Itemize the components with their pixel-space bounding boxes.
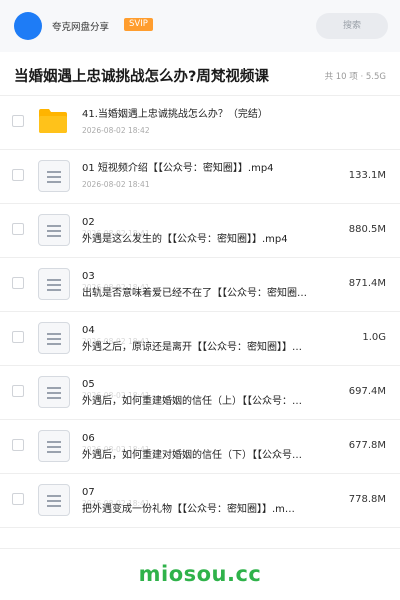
video-file-icon	[38, 322, 70, 354]
file-list: 41.当婚姻遇上忠诚挑战怎么办？（完结） 2026-08-02 18:42 01 短…	[0, 96, 400, 546]
file-row[interactable]: 07 2026-08-02 18:41 把外遇变成一份礼物【【公众号：密知圈】】.m…	[0, 474, 400, 528]
row-checkbox[interactable]	[12, 493, 24, 505]
row-checkbox[interactable]	[12, 169, 24, 181]
page-title: 当婚姻遇上忠诚挑战怎么办?周梵视频课	[14, 69, 269, 85]
file-size: 880.5M	[348, 224, 386, 235]
divider	[0, 548, 400, 549]
file-name-continued[interactable]: 外遇之后，原谅还是离开【【公众号：密知圈】】…	[82, 341, 340, 354]
file-name[interactable]: 01 短视频介绍【【公众号：密知圈】】.mp4	[82, 162, 340, 175]
file-row[interactable]: 06 2026-08-02 18:41 外遇后，如何重建对婚姻的信任（下）【【公众号…	[0, 420, 400, 474]
row-checkbox[interactable]	[12, 277, 24, 289]
video-file-icon	[38, 160, 70, 192]
video-file-icon	[38, 484, 70, 516]
site-watermark: miosou.cc	[138, 562, 262, 586]
folder-icon	[39, 109, 67, 133]
file-row[interactable]: 05 2026-08-02 18:41 外遇后，如何重建婚姻的信任（上）【【公众号：…	[0, 366, 400, 420]
file-name-continued[interactable]: 把外遇变成一份礼物【【公众号：密知圈】】.m…	[82, 503, 340, 516]
file-size: 1.0G	[362, 332, 386, 343]
video-file-icon	[38, 214, 70, 246]
file-row[interactable]: 02 2026-08-02 18:41 外遇是这么发生的【【公众号：密知圈】】.mp…	[0, 204, 400, 258]
file-size: 871.4M	[348, 278, 386, 289]
row-checkbox[interactable]	[12, 439, 24, 451]
file-row[interactable]: 01 短视频介绍【【公众号：密知圈】】.mp4 2026-08-02 18:41 1…	[0, 150, 400, 204]
share-header: 夸克网盘分享 SVIP 搜索	[0, 0, 400, 52]
video-file-icon	[38, 268, 70, 300]
file-size: 778.8M	[348, 494, 386, 505]
file-name[interactable]: 06	[82, 432, 340, 445]
svip-badge: SVIP	[124, 18, 153, 31]
file-name[interactable]: 03	[82, 270, 340, 283]
file-size: 133.1M	[348, 170, 386, 181]
file-date: 2026-08-02 18:42	[82, 126, 150, 135]
video-file-icon	[38, 430, 70, 462]
file-name-continued[interactable]: 出轨是否意味着爱已经不在了【【公众号：密知圈…	[82, 287, 340, 300]
share-summary: 共 10 项 · 5.5G	[324, 72, 386, 82]
file-name-continued[interactable]: 外遇后，如何重建婚姻的信任（上）【【公众号：…	[82, 395, 340, 408]
folder-row[interactable]: 41.当婚姻遇上忠诚挑战怎么办？（完结） 2026-08-02 18:42	[0, 96, 400, 150]
file-name[interactable]: 05	[82, 378, 340, 391]
file-name-continued[interactable]: 外遇是这么发生的【【公众号：密知圈】】.mp4	[82, 233, 340, 246]
row-checkbox[interactable]	[12, 115, 24, 127]
file-name[interactable]: 41.当婚姻遇上忠诚挑战怎么办？（完结）	[82, 108, 340, 121]
file-name-continued[interactable]: 外遇后，如何重建对婚姻的信任（下）【【公众号…	[82, 449, 340, 462]
file-date: 2026-08-02 18:41	[82, 180, 150, 189]
file-name[interactable]: 02	[82, 216, 340, 229]
video-file-icon	[38, 376, 70, 408]
search-input[interactable]: 搜索	[316, 13, 388, 39]
file-row[interactable]: 03 2026-08-02 18:41 出轨是否意味着爱已经不在了【【公众号：密知圈…	[0, 258, 400, 312]
file-size: 677.8M	[348, 440, 386, 451]
row-checkbox[interactable]	[12, 331, 24, 343]
file-row[interactable]: 04 2026-08-02 18:41 外遇之后，原谅还是离开【【公众号：密知圈】】…	[0, 312, 400, 366]
file-name[interactable]: 04	[82, 324, 340, 337]
file-name[interactable]: 07	[82, 486, 340, 499]
file-size: 697.4M	[348, 386, 386, 397]
row-checkbox[interactable]	[12, 223, 24, 235]
owner-name[interactable]: 夸克网盘分享	[52, 19, 109, 33]
owner-avatar[interactable]	[14, 12, 42, 40]
row-checkbox[interactable]	[12, 385, 24, 397]
